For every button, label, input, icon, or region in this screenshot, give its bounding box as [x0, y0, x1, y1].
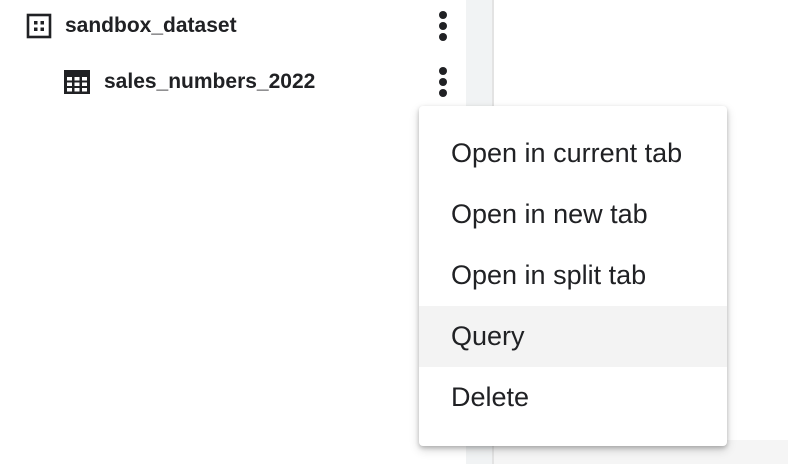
menu-item-delete[interactable]: Delete — [419, 367, 727, 428]
menu-item-open-current-tab[interactable]: Open in current tab — [419, 123, 727, 184]
menu-item-query[interactable]: Query — [419, 306, 727, 367]
dataset-name: sandbox_dataset — [65, 14, 237, 37]
context-menu: Open in current tab Open in new tab Open… — [419, 106, 727, 446]
explorer-panel: sandbox_dataset sales_numbers_2022 — [0, 0, 466, 464]
tree-item-dataset[interactable]: sandbox_dataset — [0, 6, 466, 46]
table-name: sales_numbers_2022 — [104, 70, 316, 93]
more-vert-icon[interactable] — [428, 64, 458, 100]
tree-item-table[interactable]: sales_numbers_2022 — [0, 62, 466, 102]
dataset-icon — [26, 13, 52, 39]
menu-item-open-new-tab[interactable]: Open in new tab — [419, 184, 727, 245]
menu-item-open-split-tab[interactable]: Open in split tab — [419, 245, 727, 306]
more-vert-icon[interactable] — [428, 8, 458, 44]
table-icon — [64, 70, 90, 94]
